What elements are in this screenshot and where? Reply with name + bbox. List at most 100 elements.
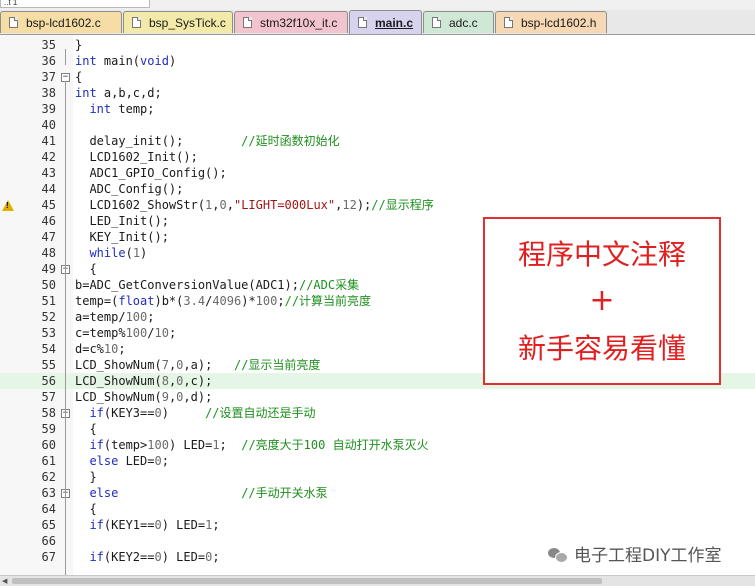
code-line[interactable]: 61 else LED=0; <box>0 453 755 469</box>
line-number: 43 <box>41 166 56 180</box>
code-text: else //手动开关水泵 <box>89 486 328 500</box>
target-select[interactable]: ..t 1 <box>0 0 150 8</box>
toolbar-button-icon[interactable] <box>180 0 192 8</box>
annotation-box: 程序中文注释 + 新手容易看懂 <box>483 217 721 385</box>
horizontal-scrollbar[interactable]: ◀ <box>0 575 755 586</box>
code-text: temp=(float)b*(3.4/4096)*100;//计算当前亮度 <box>75 294 372 308</box>
wechat-icon <box>548 546 568 563</box>
line-number: 47 <box>41 230 56 244</box>
watermark: 电子工程DIY工作室 <box>548 541 722 566</box>
code-line[interactable]: 38 int a,b,c,d; <box>0 85 755 101</box>
file-icon <box>358 17 367 28</box>
code-text: if(KEY2==0) LED=0; <box>89 550 220 564</box>
code-text: } <box>75 38 83 52</box>
line-number: 57 <box>41 390 56 404</box>
code-text: { <box>75 502 97 516</box>
code-text: { <box>75 70 83 84</box>
code-text: ADC1_GPIO_Config(); <box>75 166 227 180</box>
code-text: LCD1602_ShowStr(1,0,"LIGHT=000Lux",12);/… <box>75 198 434 212</box>
scrollbar-thumb[interactable] <box>12 578 602 584</box>
scroll-left-icon[interactable]: ◀ <box>2 577 7 585</box>
tab-adc-c[interactable]: adc.c <box>423 11 494 33</box>
line-number: 42 <box>41 150 56 164</box>
code-line[interactable]: 43 ADC1_GPIO_Config(); <box>0 165 755 181</box>
code-text: } <box>75 470 97 484</box>
code-line[interactable]: 59 { <box>0 421 755 437</box>
code-text: b=ADC_GetConversionValue(ADC1);//ADC采集 <box>75 278 360 292</box>
code-line[interactable]: 36 int main(void) <box>0 53 755 69</box>
line-number: 40 <box>41 118 56 132</box>
tab-bsp-systick-c[interactable]: bsp_SysTick.c <box>123 11 233 33</box>
code-line[interactable]: 64 { <box>0 501 755 517</box>
tab-label: adc.c <box>449 15 478 30</box>
code-line[interactable]: 40 <box>0 117 755 133</box>
code-line[interactable]: 65 if(KEY1==0) LED=1; <box>0 517 755 533</box>
line-number: 41 <box>41 134 56 148</box>
code-line[interactable]: 45 LCD1602_ShowStr(1,0,"LIGHT=000Lux",12… <box>0 197 755 213</box>
code-text: d=c%10; <box>75 342 126 356</box>
code-text: ADC_Config(); <box>75 182 184 196</box>
code-text: LCD1602_Init(); <box>75 150 198 164</box>
watermark-text: 电子工程DIY工作室 <box>574 546 722 566</box>
code-text: LED_Init(); <box>75 214 169 228</box>
code-line[interactable]: 41 delay_init(); //延时函数初始化 <box>0 133 755 149</box>
code-text: if(temp>100) LED=1; //亮度大于100 自动打开水泵灭火 <box>89 438 429 452</box>
line-number: 56 <box>41 374 56 388</box>
code-text: int a,b,c,d; <box>75 86 162 100</box>
fold-guide <box>65 433 66 481</box>
line-number: 65 <box>41 518 56 532</box>
code-line[interactable]: 44 ADC_Config(); <box>0 181 755 197</box>
line-number: 67 <box>41 550 56 564</box>
line-number: 54 <box>41 342 56 356</box>
code-text: int main(void) <box>75 54 177 68</box>
tab-label: stm32f10x_it.c <box>260 15 338 30</box>
code-text: { <box>75 422 97 436</box>
tab-bsp-lcd1602-h[interactable]: bsp-lcd1602.h <box>495 11 607 33</box>
line-number: 50 <box>41 278 56 292</box>
code-text: LCD_ShowNum(9,0,d); <box>75 390 213 404</box>
fold-guide <box>65 513 66 577</box>
code-line[interactable]: 62 } <box>0 469 755 485</box>
code-text: LCD_ShowNum(7,0,a); //显示当前亮度 <box>75 358 321 372</box>
annotation-line-1: 程序中文注释 <box>517 238 686 271</box>
code-text: if(KEY3==0) //设置自动还是手动 <box>89 406 316 420</box>
line-number: 62 <box>41 470 56 484</box>
line-number: 55 <box>41 358 56 372</box>
tab-main-c[interactable]: main.c <box>349 10 422 34</box>
tab-label: bsp_SysTick.c <box>149 15 226 30</box>
line-number: 52 <box>41 310 56 324</box>
line-number: 64 <box>41 502 56 516</box>
line-number: 38 <box>41 86 56 100</box>
tab-stm32f10x-it-c[interactable]: stm32f10x_it.c <box>234 11 348 33</box>
file-icon <box>243 17 252 28</box>
code-line[interactable]: 58− if(KEY3==0) //设置自动还是手动 <box>0 405 755 421</box>
code-text: a=temp/100; <box>75 310 155 324</box>
code-line[interactable]: 42 LCD1602_Init(); <box>0 149 755 165</box>
code-line[interactable]: 35} <box>0 37 755 53</box>
code-text: LCD_ShowNum(8,0,c); <box>75 374 213 388</box>
file-icon <box>9 17 18 28</box>
line-number: 51 <box>41 294 56 308</box>
code-line[interactable]: 39 int temp; <box>0 101 755 117</box>
toolbar-button-icon[interactable] <box>220 0 232 8</box>
line-number: 66 <box>41 534 56 548</box>
tab-bsp-lcd1602-c[interactable]: bsp-lcd1602.c <box>0 11 122 33</box>
line-number: 37 <box>41 70 56 84</box>
code-line[interactable]: 57 LCD_ShowNum(9,0,d); <box>0 389 755 405</box>
line-number: 59 <box>41 422 56 436</box>
line-number: 39 <box>41 102 56 116</box>
code-line[interactable]: 60 if(temp>100) LED=1; //亮度大于100 自动打开水泵灭… <box>0 437 755 453</box>
code-text: else LED=0; <box>89 454 169 468</box>
line-number: 58 <box>41 406 56 420</box>
code-text: c=temp%100/10; <box>75 326 177 340</box>
code-text: if(KEY1==0) LED=1; <box>89 518 220 532</box>
code-line[interactable]: 37−{ <box>0 69 755 85</box>
fold-guide <box>65 49 66 65</box>
code-text: delay_init(); //延时函数初始化 <box>75 134 340 148</box>
file-icon <box>432 17 441 28</box>
code-text: int temp; <box>89 102 155 116</box>
toolbar-button-icon[interactable] <box>200 0 212 8</box>
line-number: 49 <box>41 262 56 276</box>
code-line[interactable]: 63− else //手动开关水泵 <box>0 485 755 501</box>
line-number: 63 <box>41 486 56 500</box>
